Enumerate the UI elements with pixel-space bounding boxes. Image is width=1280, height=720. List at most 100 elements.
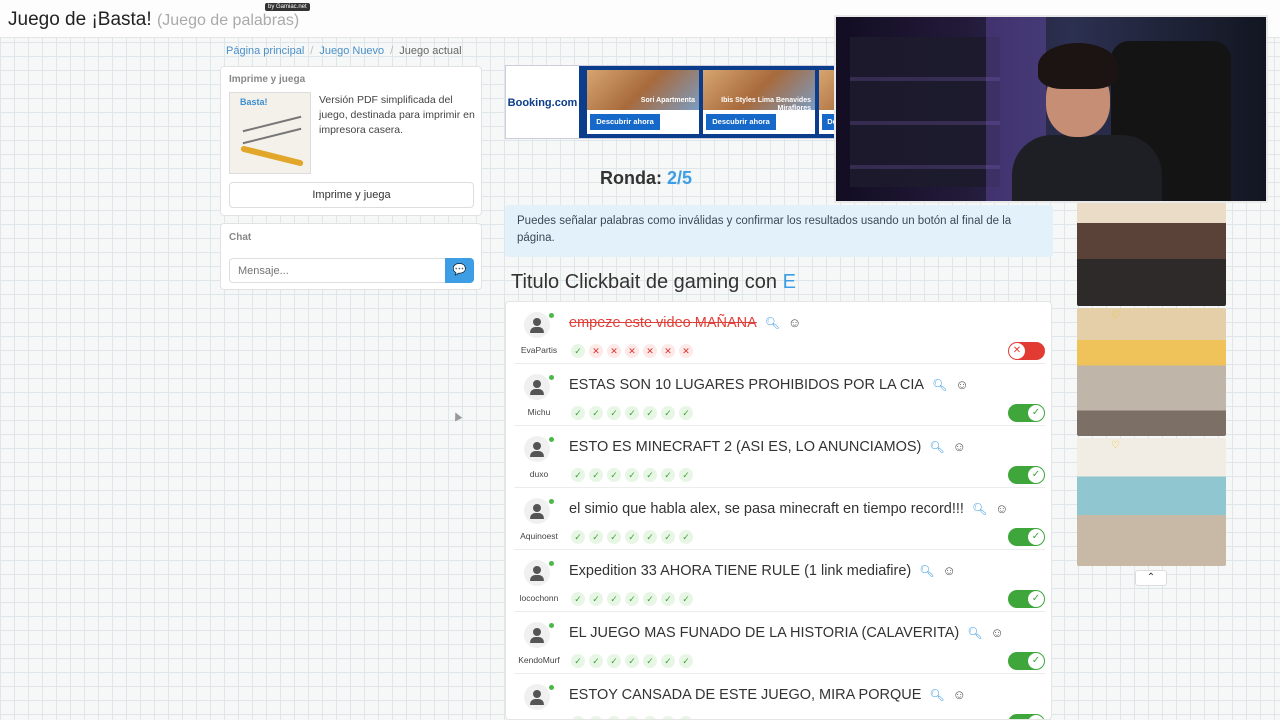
hotel-photo[interactable]: ♡ xyxy=(1077,438,1226,566)
booking-logo[interactable]: Booking.com xyxy=(506,66,579,138)
category-title: Titulo Clickbait de gaming con xyxy=(511,271,778,293)
answer-text-wrap: EL JUEGO MAS FUNADO DE LA HISTORIA (CALA… xyxy=(569,625,1004,641)
heart-icon[interactable]: ♡ xyxy=(1111,440,1120,451)
hotel-photo[interactable]: ♡ xyxy=(1077,308,1226,436)
print-thumbnail[interactable]: Basta! xyxy=(229,92,311,174)
webcam-shelf xyxy=(850,37,1000,187)
print-panel-title: Imprime y juega xyxy=(229,74,306,85)
answer-row: KendoMurf EL JUEGO MAS FUNADO DE LA HISTO… xyxy=(514,612,1045,674)
answer-row: EvaPartis empeze este video MAÑANA 🔍︎ ☺ ✓ ✕ ✕ ✕… xyxy=(514,302,1045,364)
print-and-play-button[interactable]: Imprime y juega xyxy=(229,182,474,208)
vote-check-icon: ✓ xyxy=(607,530,621,544)
print-and-play-panel: Imprime y juega Basta! Versión PDF simpl… xyxy=(220,66,482,216)
search-icon[interactable]: 🔍︎ xyxy=(919,564,934,578)
search-icon[interactable]: 🔍︎ xyxy=(765,316,780,330)
vote-check-icon: ✓ xyxy=(625,468,639,482)
validity-toggle[interactable]: ✓ xyxy=(1008,466,1045,484)
username: KendoMurf xyxy=(518,655,560,665)
vote-check-icon: ✓ xyxy=(571,530,585,544)
vote-cross-icon: ✕ xyxy=(661,344,675,358)
check-icon: ✓ xyxy=(1028,715,1044,719)
answer-text-wrap: el simio que habla alex, se pasa minecra… xyxy=(569,501,1008,517)
ad-hotel-name: Sori Apartmenta xyxy=(640,97,695,104)
username: locochonn xyxy=(519,593,559,603)
user-avatar-icon xyxy=(524,374,550,400)
chat-message-input[interactable] xyxy=(229,258,445,283)
vote-check-icon: ✓ xyxy=(607,468,621,482)
user-avatar-icon xyxy=(524,312,550,338)
emoji-reaction-icon[interactable]: ☺ xyxy=(953,687,966,702)
chat-send-button[interactable]: 💬 xyxy=(445,258,474,283)
site-subtitle: (Juego de palabras) xyxy=(156,12,300,29)
print-description: Versión PDF simplificada del juego, dest… xyxy=(319,94,475,136)
answer-text-wrap: empeze este video MAÑANA 🔍︎ ☺ xyxy=(569,315,801,331)
check-icon: ✓ xyxy=(1028,529,1044,545)
user-avatar-icon xyxy=(524,684,550,710)
validity-toggle[interactable]: ✓ xyxy=(1008,714,1045,719)
vote-check-icon: ✓ xyxy=(661,654,675,668)
search-icon[interactable]: 🔍︎ xyxy=(932,378,947,392)
user-avatar-icon xyxy=(524,498,550,524)
vote-check-icon: ✓ xyxy=(625,592,639,606)
validity-toggle[interactable]: ✓ xyxy=(1008,528,1045,546)
ad-discover-button[interactable]: Descubrir ahora xyxy=(706,114,776,130)
vote-check-icon: ✓ xyxy=(607,654,621,668)
validity-toggle[interactable]: ✓ xyxy=(1008,590,1045,608)
collapse-button[interactable]: ⌃ xyxy=(1135,570,1167,586)
ad-card[interactable]: De xyxy=(819,70,834,134)
site-title[interactable]: Juego de ¡Basta! (Juego de palabras) xyxy=(8,9,299,31)
answer-text: ESTO ES MINECRAFT 2 (ASI ES, LO ANUNCIAM… xyxy=(569,439,922,455)
online-indicator xyxy=(549,623,554,628)
breadcrumb-separator: / xyxy=(390,45,394,57)
vote-check-icon: ✓ xyxy=(625,654,639,668)
search-icon[interactable]: 🔍︎ xyxy=(972,502,987,516)
search-icon[interactable]: 🔍︎ xyxy=(929,688,944,702)
breadcrumb-new-game[interactable]: Juego Nuevo xyxy=(319,45,384,57)
username: duxo xyxy=(529,469,549,479)
emoji-reaction-icon[interactable]: ☺ xyxy=(955,377,968,392)
ad-discover-button[interactable]: Descubrir ahora xyxy=(590,114,660,130)
emoji-reaction-icon[interactable]: ☺ xyxy=(953,439,966,454)
vote-cross-icon: ✕ xyxy=(607,344,621,358)
breadcrumb-home[interactable]: Página principal xyxy=(226,45,304,57)
search-icon[interactable]: 🔍︎ xyxy=(967,626,982,640)
validity-toggle[interactable]: ✓ xyxy=(1008,404,1045,422)
round-value: 2/5 xyxy=(667,168,693,188)
vote-check-icon: ✓ xyxy=(589,406,603,420)
chevron-up-icon: ⌃ xyxy=(1146,572,1156,583)
vote-check-icon: ✓ xyxy=(661,406,675,420)
emoji-reaction-icon[interactable]: ☺ xyxy=(990,625,1003,640)
vote-check-icon: ✓ xyxy=(571,406,585,420)
webcam-overlay xyxy=(834,15,1268,203)
validity-toggle[interactable]: ✓ xyxy=(1008,652,1045,670)
answer-row: locochonn Expedition 33 AHORA TIENE RULE … xyxy=(514,550,1045,612)
ad-card[interactable]: Ibis Styles Lima Benavides Miraflores De… xyxy=(703,70,815,134)
ad-hotel-name: Ibis Styles Lima Benavides Miraflores xyxy=(721,97,811,112)
answer-text-wrap: ESTOY CANSADA DE ESTE JUEGO, MIRA PORQUE… xyxy=(569,687,966,703)
vote-check-icon: ✓ xyxy=(625,716,639,719)
answer-row: duxo ESTO ES MINECRAFT 2 (ASI ES, LO ANUN… xyxy=(514,426,1045,488)
category-letter: E xyxy=(782,271,796,293)
vote-list: ✓ ✓ ✓ ✓ ✓ ✓ ✓ xyxy=(571,465,697,483)
vote-check-icon: ✓ xyxy=(571,654,585,668)
vote-list: ✓ ✓ ✓ ✓ ✓ ✓ ✓ xyxy=(571,403,697,421)
answer-row: Aquinoest el simio que habla alex, se pas… xyxy=(514,488,1045,550)
search-icon[interactable]: 🔍︎ xyxy=(929,440,944,454)
vote-check-icon: ✓ xyxy=(589,654,603,668)
ad-card[interactable]: Sori Apartmenta Descubrir ahora xyxy=(587,70,699,134)
emoji-reaction-icon[interactable]: ☺ xyxy=(788,315,801,330)
breadcrumb: Página principal / Juego Nuevo / Juego actua… xyxy=(226,45,462,57)
emoji-reaction-icon[interactable]: ☺ xyxy=(942,563,955,578)
vote-check-icon: ✓ xyxy=(661,716,675,719)
vote-check-icon: ✓ xyxy=(643,592,657,606)
vote-cross-icon: ✕ xyxy=(643,344,657,358)
hotel-photo[interactable] xyxy=(1077,202,1226,306)
validity-toggle[interactable]: ✕ xyxy=(1008,342,1045,360)
vote-list: ✓ ✓ ✓ ✓ ✓ ✓ ✓ xyxy=(571,589,697,607)
emoji-reaction-icon[interactable]: ☺ xyxy=(995,501,1008,516)
heart-icon[interactable]: ♡ xyxy=(1111,310,1120,321)
booking-ad-banner[interactable]: Booking.com Sori Apartmenta Descubrir ah… xyxy=(505,65,835,139)
brand-badge[interactable]: by Gamiac.net xyxy=(265,3,310,11)
online-indicator xyxy=(549,375,554,380)
answer-text: ESTAS SON 10 LUGARES PROHIBIDOS POR LA C… xyxy=(569,377,925,393)
